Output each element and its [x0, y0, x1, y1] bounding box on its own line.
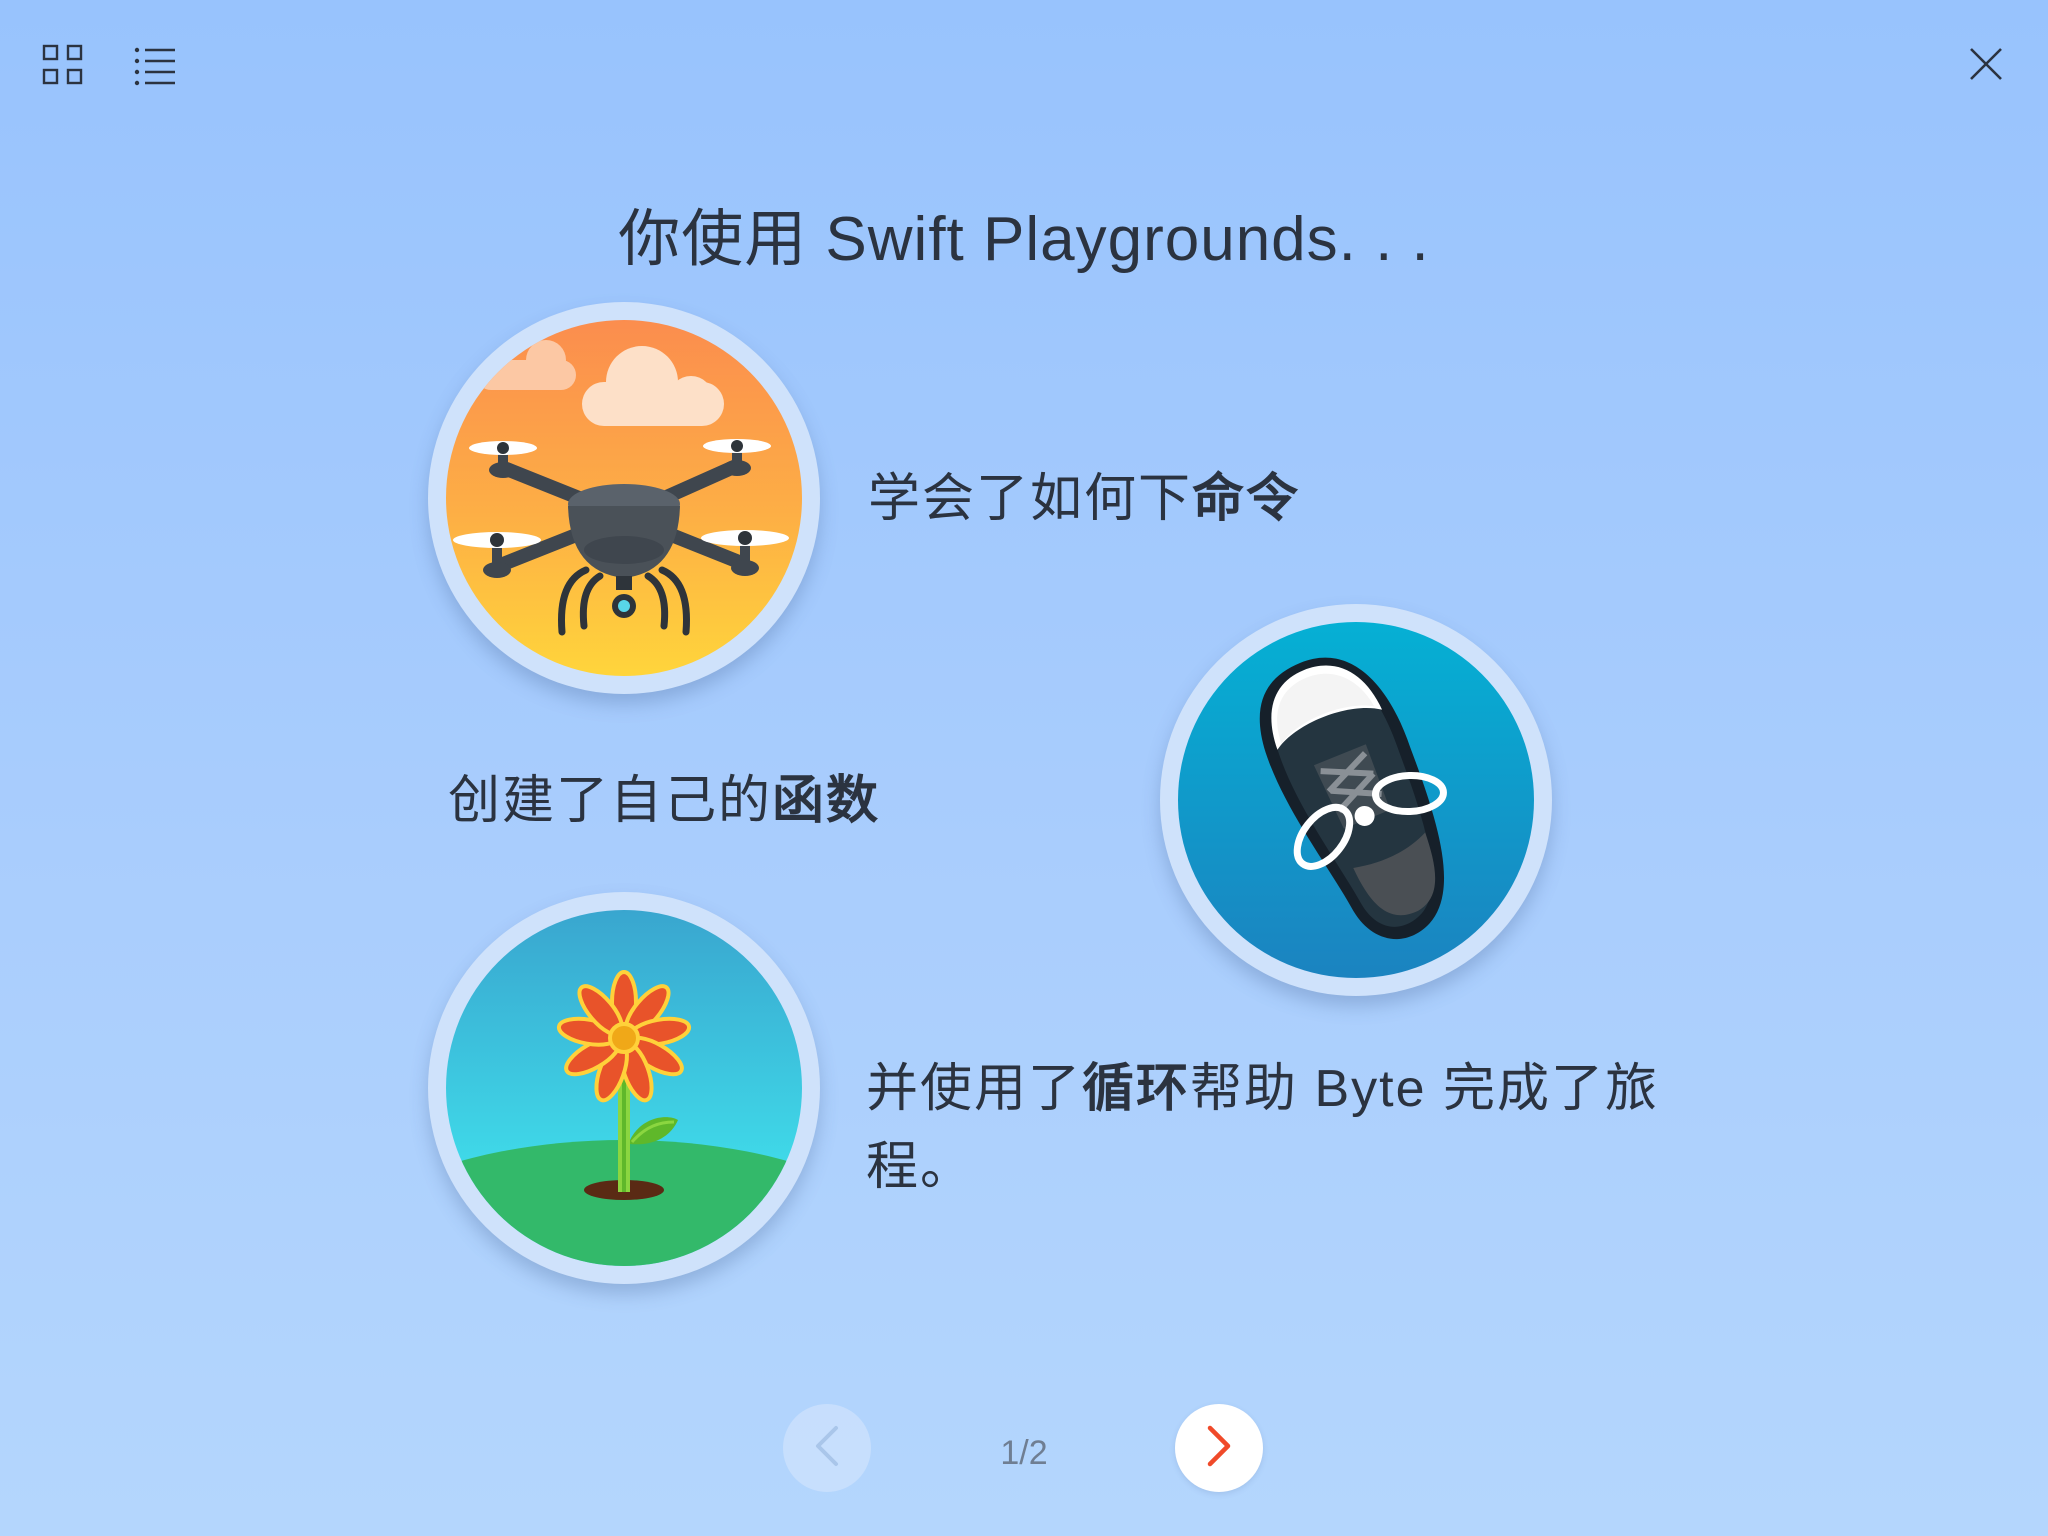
- previous-page-button[interactable]: [783, 1404, 871, 1492]
- caption-loops-text: 并使用了: [866, 1060, 1083, 1118]
- flower-badge: [428, 892, 820, 1284]
- caption-commands-highlight: 命令: [1192, 470, 1301, 528]
- caption-loops: 并使用了循环帮助 Byte 完成了旅程。: [866, 1050, 1686, 1206]
- shoe-illustration: [1178, 622, 1534, 978]
- drone-illustration: [446, 320, 802, 676]
- list-icon: [133, 44, 177, 91]
- page-title: 你使用 Swift Playgrounds. . .: [618, 205, 1430, 274]
- close-button[interactable]: [1960, 40, 2012, 92]
- drone-badge: [428, 302, 820, 694]
- grid-icon: [42, 44, 84, 91]
- flower-illustration: [446, 910, 802, 1266]
- caption-loops-highlight: 循环: [1082, 1060, 1191, 1118]
- chevron-left-icon: [812, 1424, 842, 1473]
- caption-functions-text: 创建了自己的: [448, 772, 773, 830]
- shoe-badge: [1160, 604, 1552, 996]
- caption-commands-text: 学会了如何下: [868, 470, 1193, 528]
- chevron-right-icon: [1204, 1424, 1234, 1473]
- list-view-button[interactable]: [128, 40, 182, 94]
- grid-view-button[interactable]: [36, 40, 90, 94]
- close-icon: [1968, 46, 2004, 87]
- next-page-button[interactable]: [1175, 1404, 1263, 1492]
- caption-functions: 创建了自己的函数: [448, 762, 880, 840]
- caption-commands: 学会了如何下命令: [868, 460, 1300, 538]
- caption-functions-highlight: 函数: [772, 772, 881, 830]
- page-indicator: 1/2: [1000, 1434, 1048, 1472]
